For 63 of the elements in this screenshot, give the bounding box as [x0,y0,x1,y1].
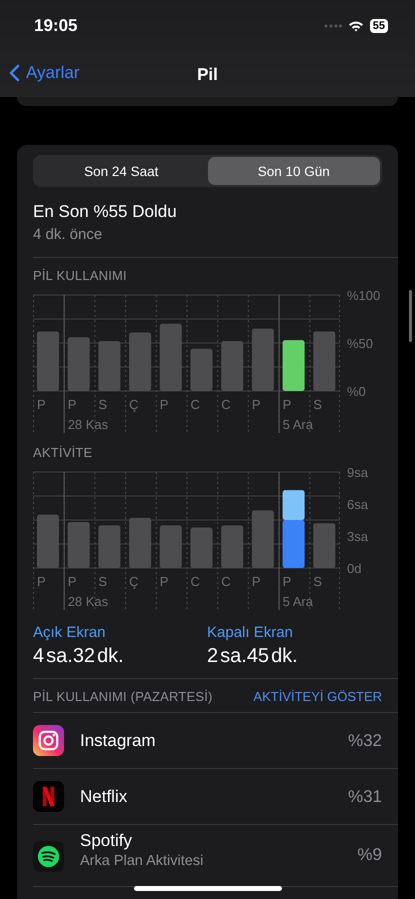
axis-label: 0d [347,561,362,576]
day-label: S [98,574,108,589]
day-label: Ç [129,574,138,589]
list-header: PİL KULLANIMI (PAZARTESİ) [33,689,213,704]
axis-label: 3sa [347,529,368,544]
app-row[interactable]: Netflix %31 [33,769,398,825]
date-label: 5 Ara [282,417,313,432]
day-label: C [190,397,200,412]
day-label: P [37,397,46,412]
axis-label: %50 [347,336,374,351]
app-name: Netflix [80,786,128,806]
show-activity-link[interactable]: AKTİVİTEYİ GÖSTER [253,689,382,704]
app-name: Spotify [80,831,133,851]
screen-time-value: 2sa.45dk. [207,645,299,668]
day-label: P [160,574,168,589]
signal-icon [324,24,342,28]
usage-percent: %31 [348,786,382,806]
chart-title: PİL KULLANIMI [33,268,128,283]
chart-title: AKTİVİTE [33,445,94,460]
day-label: P [282,397,292,412]
app-detail: Arka Plan Aktivitesi [80,853,204,869]
back-button[interactable]: Ayarlar [9,63,80,83]
usage-percent: %9 [357,845,382,865]
axis-label: 9sa [347,466,368,480]
charge-title: En Son %55 Doldu [33,202,178,222]
axis-label: %100 [347,289,380,303]
sound-waves-app-icon [33,841,64,872]
date-label: 28 Kas [68,417,108,432]
day-label: P [68,574,76,589]
screen-time-label: Açık Ekran [33,624,107,641]
day-label: S [98,397,108,412]
charge-time: 4 dk. önce [33,226,104,243]
day-label: S [313,574,322,589]
date-label: 28 Kas [68,594,108,609]
day-label: C [221,574,231,589]
day-label: P [68,397,76,412]
camera-app-icon [33,725,64,756]
day-label: C [221,397,231,412]
day-label: S [313,397,322,412]
day-label: P [160,397,168,412]
app-name: Instagram [80,730,157,750]
n-logo-icon [33,781,64,812]
day-label: P [252,397,261,412]
screen-time-label: Kapalı Ekran [207,624,294,641]
segment-tab[interactable]: Son 10 Gün [208,157,380,185]
app-row[interactable]: Instagram %32 [33,713,398,769]
day-label: Ç [129,397,138,412]
status-time: 19:05 [34,16,78,36]
day-label: P [282,574,292,589]
axis-label: 6sa [347,497,368,512]
wifi-icon [348,20,364,32]
usage-percent: %32 [348,730,382,750]
day-label: P [252,574,261,589]
axis-label: %0 [347,384,366,399]
page-title: Pil [197,64,218,84]
back-chevron-icon [9,64,20,82]
screen-time-value: 4sa.32dk. [33,645,125,668]
scroll-indicator [409,290,412,342]
day-label: P [37,574,46,589]
day-label: C [190,574,200,589]
battery-indicator: 55 [370,19,388,33]
segment-tab[interactable]: Son 24 Saat [35,157,208,185]
date-label: 5 Ara [282,594,313,609]
